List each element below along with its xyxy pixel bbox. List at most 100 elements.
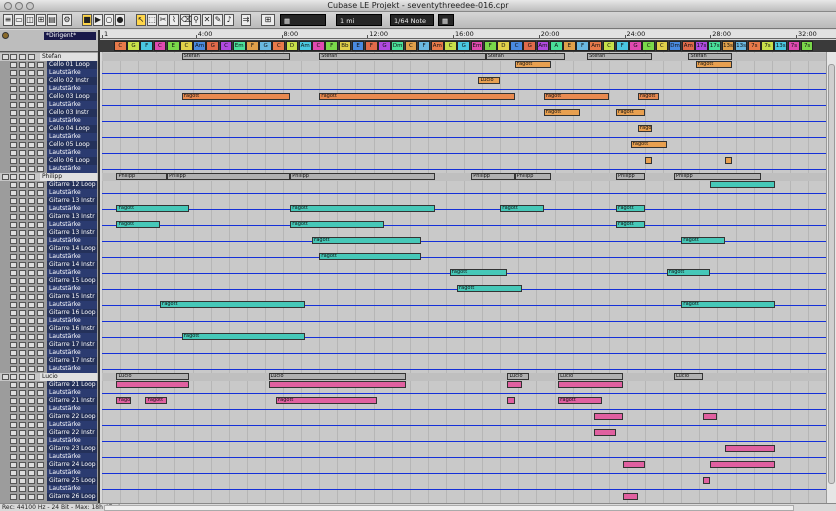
mute-button[interactable]	[19, 206, 26, 212]
collapse-icon[interactable]	[10, 438, 17, 444]
track-name[interactable]: Lautstärke	[47, 349, 97, 357]
mute-button[interactable]	[19, 94, 26, 100]
solo-button[interactable]	[28, 254, 35, 260]
collapse-icon[interactable]	[10, 310, 17, 316]
solo-button[interactable]	[28, 294, 35, 300]
collapse-icon[interactable]	[2, 374, 9, 380]
audio-part[interactable]: Philipp	[616, 173, 645, 180]
track-header[interactable]: Cello 06 Loop	[0, 157, 98, 165]
record-button[interactable]	[37, 454, 44, 460]
chord-event[interactable]: G	[127, 41, 140, 51]
collapse-icon[interactable]	[10, 446, 17, 452]
track-name[interactable]: Gitarre 22 Instr	[47, 429, 97, 437]
mute-button[interactable]	[19, 382, 26, 388]
pool-icon[interactable]: ◫	[25, 14, 35, 26]
audio-part[interactable]: Philipp	[514, 173, 551, 180]
track-name[interactable]: Lautstärke	[47, 285, 97, 293]
transport-icon[interactable]: ▤	[47, 14, 57, 26]
mute-button[interactable]	[19, 318, 26, 324]
solo-button[interactable]	[28, 182, 35, 188]
solo-button[interactable]	[28, 278, 35, 284]
track-name[interactable]: Gitarre 17 Instr	[47, 357, 97, 365]
record-button[interactable]	[37, 78, 44, 84]
chord-event[interactable]: D	[497, 41, 510, 51]
solo-button[interactable]	[28, 310, 35, 316]
track-header[interactable]: Lautstärke	[0, 117, 98, 125]
collapse-icon[interactable]	[10, 486, 17, 492]
mute-button[interactable]	[19, 438, 26, 444]
solo-button[interactable]	[28, 302, 35, 308]
track-header[interactable]: Cello 05 Loop	[0, 141, 98, 149]
track-name[interactable]: Gitarre 17 Instr	[47, 341, 97, 349]
solo-button[interactable]	[28, 150, 35, 156]
chord-event[interactable]: 13s	[721, 41, 735, 51]
record-button[interactable]	[37, 310, 44, 316]
automation-line[interactable]	[102, 441, 826, 442]
record-button[interactable]	[37, 270, 44, 276]
chord-event[interactable]: G	[259, 41, 272, 51]
collapse-icon[interactable]	[2, 54, 9, 60]
collapse-icon[interactable]	[10, 318, 17, 324]
record-button[interactable]	[37, 166, 44, 172]
chord-event[interactable]: F	[576, 41, 589, 51]
record-button[interactable]	[37, 326, 44, 332]
track-header[interactable]: Lautstärke	[0, 165, 98, 173]
audio-part[interactable]: Stefan	[181, 53, 291, 60]
collapse-icon[interactable]	[10, 334, 17, 340]
record-button[interactable]	[37, 142, 44, 148]
record-button[interactable]	[37, 190, 44, 196]
track-name[interactable]: Lautstärke	[47, 365, 97, 373]
solo-button[interactable]	[28, 190, 35, 196]
chord-event[interactable]: C	[219, 41, 233, 51]
track-header[interactable]: Gitarre 21 Loop	[0, 381, 98, 389]
track-name[interactable]: Lautstärke	[47, 69, 97, 77]
audio-part[interactable]: Fagott	[637, 125, 653, 132]
mute-button[interactable]	[10, 174, 17, 180]
collapse-icon[interactable]	[10, 278, 17, 284]
track-header[interactable]: Philipp	[0, 173, 98, 181]
automation-line[interactable]	[102, 209, 826, 210]
chord-event[interactable]: C	[114, 41, 127, 51]
record-button[interactable]	[37, 446, 44, 452]
track-header[interactable]: Cello 03 Loop	[0, 93, 98, 101]
collapse-icon[interactable]	[10, 470, 17, 476]
track-name[interactable]: Gitarre 24 Loop	[47, 461, 97, 469]
solo-button[interactable]	[28, 486, 35, 492]
audio-part[interactable]: Lucio	[673, 373, 703, 380]
track-name[interactable]: Gitarre 16 Loop	[47, 309, 97, 317]
record-button[interactable]	[37, 70, 44, 76]
chord-event[interactable]: Am	[681, 41, 695, 51]
track-name[interactable]: Cello 01 Loop	[47, 61, 97, 69]
play-icon[interactable]: ▶	[93, 14, 103, 26]
record-button[interactable]	[37, 414, 44, 420]
solo-button[interactable]	[28, 366, 35, 372]
collapse-icon[interactable]	[10, 62, 17, 68]
track-name[interactable]: Cello 04 Loop	[47, 125, 97, 133]
solo-button[interactable]	[28, 230, 35, 236]
solo-button[interactable]	[28, 206, 35, 212]
record-button[interactable]	[28, 174, 35, 180]
mute-button[interactable]	[19, 166, 26, 172]
record-button[interactable]	[37, 318, 44, 324]
chord-event[interactable]: C	[655, 41, 669, 51]
automation-line[interactable]	[102, 137, 826, 138]
record-button[interactable]	[37, 294, 44, 300]
record-button[interactable]	[37, 462, 44, 468]
track-header[interactable]: Lautstärke	[0, 389, 98, 397]
solo-button[interactable]	[28, 382, 35, 388]
audio-part[interactable]: Fagott	[695, 61, 732, 68]
chord-event[interactable]: F	[364, 41, 378, 51]
audio-part[interactable]: Philipp	[116, 173, 168, 180]
audio-part[interactable]: Fagott	[514, 61, 551, 68]
audio-part[interactable]: Fagott	[311, 237, 421, 244]
record-button[interactable]	[37, 238, 44, 244]
mute-button[interactable]	[19, 494, 26, 500]
track-header[interactable]: Lautstärke	[0, 469, 98, 477]
mute-button[interactable]	[19, 446, 26, 452]
mute-button[interactable]	[19, 134, 26, 140]
mute-button[interactable]	[19, 110, 26, 116]
collapse-icon[interactable]	[10, 230, 17, 236]
chord-event[interactable]: 17s	[708, 41, 722, 51]
track-header[interactable]: Cello 01 Loop	[0, 61, 98, 69]
mute-button[interactable]	[19, 150, 26, 156]
